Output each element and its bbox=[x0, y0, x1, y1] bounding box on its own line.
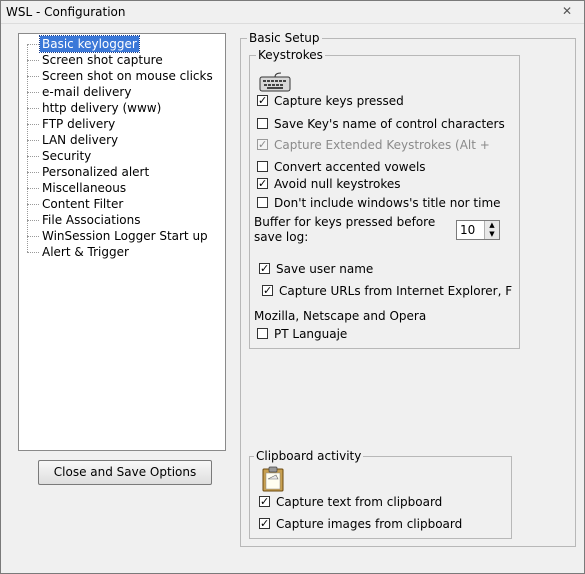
tree-item-label: Screen shot on mouse clicks bbox=[42, 69, 213, 83]
tree-item-screen-shot-mouse-clicks[interactable]: Screen shot on mouse clicks bbox=[27, 68, 222, 84]
tree-item-winsession-startup[interactable]: WinSession Logger Start up bbox=[27, 228, 222, 244]
keyboard-icon bbox=[259, 72, 291, 92]
tree-item-label: Basic keylogger bbox=[39, 35, 140, 53]
tree-item-label: Alert & Trigger bbox=[42, 245, 129, 259]
checkbox-box[interactable] bbox=[259, 494, 270, 510]
tree-item-email-delivery[interactable]: e-mail delivery bbox=[27, 84, 222, 100]
options-tree[interactable]: Basic keylogger Screen shot capture Scre… bbox=[18, 33, 226, 451]
checkbox-box bbox=[257, 137, 268, 153]
tree-item-label: http delivery (www) bbox=[42, 101, 162, 115]
basic-setup-legend: Basic Setup bbox=[247, 31, 322, 45]
clipboard-legend: Clipboard activity bbox=[254, 449, 364, 463]
buffer-label-line1: Buffer for keys pressed before bbox=[254, 215, 436, 229]
checkbox-label: Convert accented vowels bbox=[274, 160, 426, 174]
buffer-size-value[interactable]: 10 bbox=[460, 223, 475, 237]
clipboard-icon bbox=[262, 466, 284, 492]
checkbox-label: Save user name bbox=[276, 262, 374, 276]
tree-item-basic-keylogger[interactable]: Basic keylogger bbox=[27, 35, 222, 53]
tree-item-label: Miscellaneous bbox=[42, 181, 127, 195]
window-title: WSL - Configuration bbox=[6, 5, 126, 19]
close-icon[interactable]: ✕ bbox=[558, 4, 576, 19]
buffer-size-stepper[interactable]: 10 ▲ ▼ bbox=[456, 220, 500, 240]
checkbox-box[interactable] bbox=[259, 261, 270, 277]
checkbox-label: Capture images from clipboard bbox=[276, 517, 463, 531]
checkbox-label: Don't include windows's title nor time bbox=[274, 196, 501, 210]
checkbox-label: Capture Extended Keystrokes (Alt + bbox=[274, 138, 490, 152]
tree-item-ftp-delivery[interactable]: FTP delivery bbox=[27, 116, 222, 132]
tree-item-label: Content Filter bbox=[42, 197, 124, 211]
tree-item-file-associations[interactable]: File Associations bbox=[27, 212, 222, 228]
checkbox-label: Save Key's name of control characters bbox=[274, 117, 505, 131]
tree-item-screen-shot-capture[interactable]: Screen shot capture bbox=[27, 52, 222, 68]
checkbox-box[interactable] bbox=[262, 283, 273, 299]
tree-item-miscellaneous[interactable]: Miscellaneous bbox=[27, 180, 222, 196]
tree-item-lan-delivery[interactable]: LAN delivery bbox=[27, 132, 222, 148]
tree-item-label: WinSession Logger Start up bbox=[42, 229, 208, 243]
checkbox-box[interactable] bbox=[257, 176, 268, 192]
tree-item-label: e-mail delivery bbox=[42, 85, 132, 99]
title-bar[interactable]: WSL - Configuration ✕ bbox=[1, 1, 584, 24]
checkbox-box[interactable] bbox=[257, 197, 268, 208]
tree-item-security[interactable]: Security bbox=[27, 148, 222, 164]
close-and-save-button[interactable]: Close and Save Options bbox=[38, 460, 212, 485]
tree-item-http-delivery[interactable]: http delivery (www) bbox=[27, 100, 222, 116]
tree-item-alert-trigger[interactable]: Alert & Trigger bbox=[27, 244, 222, 260]
checkbox-box[interactable] bbox=[257, 118, 268, 129]
checkbox-box[interactable] bbox=[259, 516, 270, 532]
checkbox-box[interactable] bbox=[257, 328, 268, 339]
keystrokes-legend: Keystrokes bbox=[256, 48, 325, 62]
checkbox-label: Capture text from clipboard bbox=[276, 495, 443, 509]
tree-item-label: File Associations bbox=[42, 213, 141, 227]
checkbox-label: Avoid null keystrokes bbox=[274, 177, 401, 191]
checkbox-box[interactable] bbox=[257, 161, 268, 172]
tree-item-label: FTP delivery bbox=[42, 117, 116, 131]
buffer-label-line2: save log: bbox=[254, 230, 309, 244]
tree-item-personalized-alert[interactable]: Personalized alert bbox=[27, 164, 222, 180]
tree-item-label: LAN delivery bbox=[42, 133, 119, 147]
checkbox-box[interactable] bbox=[257, 93, 268, 109]
checkbox-label: Capture keys pressed bbox=[274, 94, 404, 108]
spin-buttons[interactable]: ▲ ▼ bbox=[484, 221, 499, 239]
spin-down-icon[interactable]: ▼ bbox=[485, 230, 499, 239]
checkbox-label: Capture URLs from Internet Explorer, Fir… bbox=[279, 284, 512, 298]
browsers-note: Mozilla, Netscape and Opera bbox=[254, 309, 427, 323]
checkbox-label: PT Languaje bbox=[274, 327, 348, 341]
tree-item-label: Personalized alert bbox=[42, 165, 150, 179]
tree-item-content-filter[interactable]: Content Filter bbox=[27, 196, 222, 212]
tree-item-label: Screen shot capture bbox=[42, 53, 163, 67]
tree-item-label: Security bbox=[42, 149, 92, 163]
